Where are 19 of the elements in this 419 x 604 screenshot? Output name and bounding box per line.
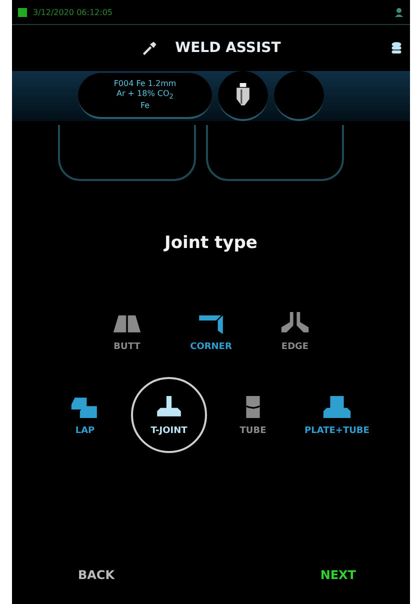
screen-title: WELD ASSIST xyxy=(175,40,281,56)
torch-button[interactable] xyxy=(218,71,268,121)
consumable-pill[interactable]: F004 Fe 1.2mm Ar + 18% CO$_{2}$ Fe xyxy=(78,73,212,119)
joint-type-option[interactable]: PLATE+TUBE xyxy=(299,377,375,453)
torch-icon xyxy=(235,83,251,107)
back-button[interactable]: BACK xyxy=(74,564,119,586)
layers-icon[interactable] xyxy=(391,41,402,55)
status-datetime: 3/12/2020 06:12:05 xyxy=(33,8,114,16)
section-heading: Joint type xyxy=(162,233,258,253)
user-icon xyxy=(394,7,404,17)
consumable-text: Fe xyxy=(140,101,150,112)
joint-type-option[interactable]: T-JOINT xyxy=(131,377,207,453)
consumable-text: F004 Fe 1.2mm xyxy=(114,78,176,89)
next-button[interactable]: NEXT xyxy=(316,564,360,586)
joint-type-option[interactable]: LAP xyxy=(47,377,123,453)
consumable-text: Ar + 18% CO$_{2}$ xyxy=(116,88,174,102)
joint-type-option[interactable]: CORNER xyxy=(173,293,249,369)
empty-slot-button[interactable] xyxy=(58,125,196,181)
status-indicator-icon xyxy=(18,8,27,16)
